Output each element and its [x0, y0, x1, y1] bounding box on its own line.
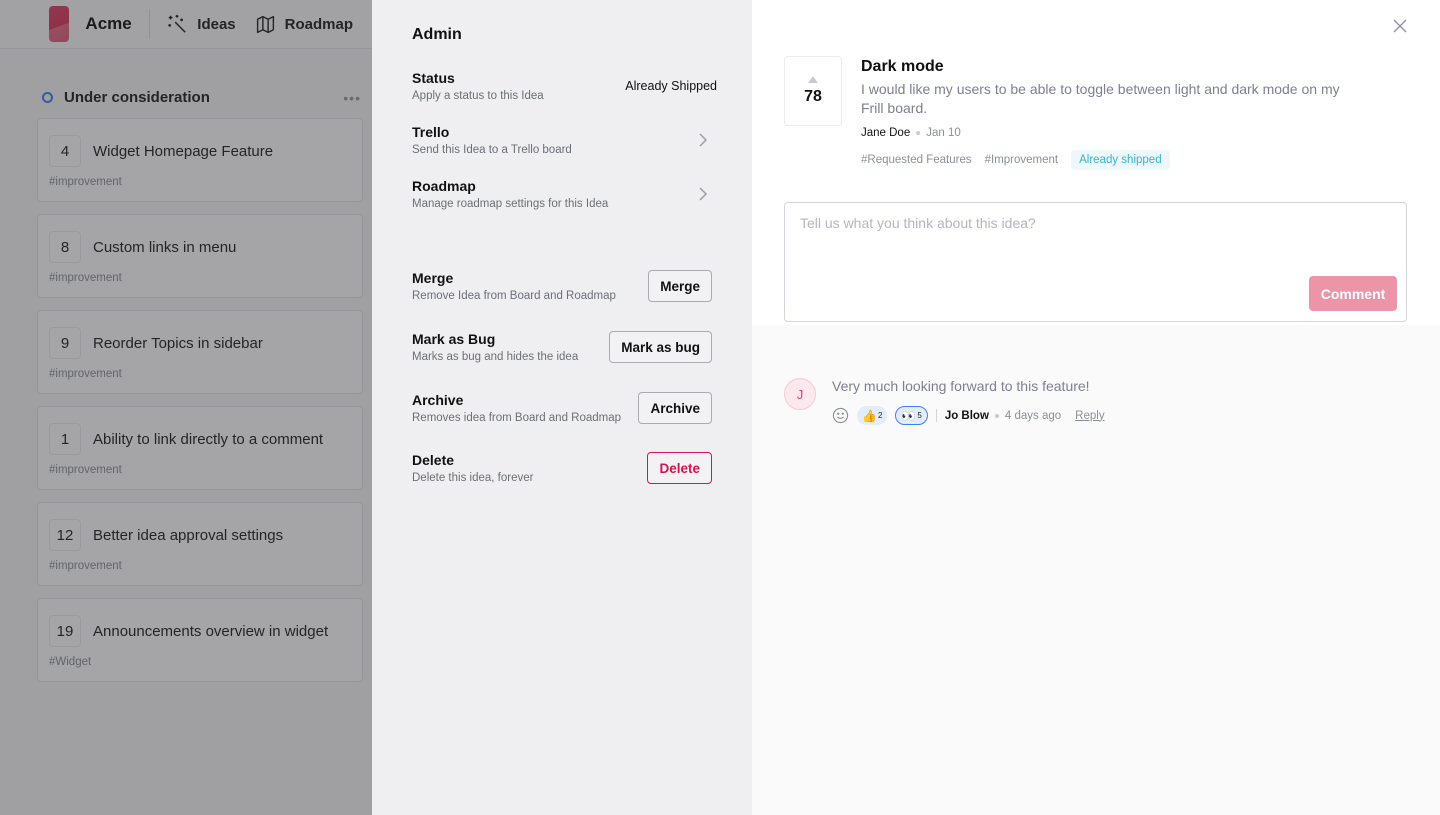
comment-composer: Comment [784, 202, 1407, 322]
merge-button[interactable]: Merge [648, 270, 712, 302]
roadmap-description: Manage roadmap settings for this Idea [412, 198, 609, 210]
chevron-right-icon [699, 187, 708, 201]
trello-label: Trello [412, 124, 450, 140]
archive-description: Removes idea from Board and Roadmap [412, 412, 622, 424]
trello-row[interactable]: Trello Send this Idea to a Trello board [412, 124, 712, 156]
idea-description: I would like my users to be able to togg… [861, 81, 1340, 116]
divider [935, 409, 937, 422]
status-row[interactable]: Status Apply a status to this Idea Alread… [412, 70, 717, 102]
add-reaction-icon[interactable] [832, 407, 849, 424]
archive-row: Archive Removes idea from Board and Roadm… [412, 392, 712, 424]
idea-title: Dark mode [861, 58, 944, 75]
chevron-right-icon [699, 133, 708, 147]
idea-header: 78 Dark mode I would like my users to be… [752, 0, 1440, 325]
delete-row: Delete Delete this idea, forever Delete [412, 452, 712, 484]
reaction-count: 5 [917, 411, 922, 420]
idea-tags: #Requested Features #Improvement Already… [861, 150, 1361, 170]
reaction-thumbs-up[interactable]: 👍 2 [857, 406, 888, 425]
avatar[interactable]: J [784, 378, 816, 410]
delete-button[interactable]: Delete [647, 452, 712, 484]
close-icon[interactable] [1392, 18, 1408, 34]
modal-backdrop[interactable] [0, 0, 372, 815]
idea-body: Dark mode I would like my users to be ab… [861, 58, 1361, 170]
upvote-arrow-icon [808, 76, 818, 83]
archive-label: Archive [412, 392, 464, 408]
topic-tag[interactable]: #Requested Features [861, 154, 972, 166]
merge-row: Merge Remove Idea from Board and Roadmap … [412, 270, 712, 302]
delete-description: Delete this idea, forever [412, 472, 534, 484]
separator-dot [916, 131, 921, 135]
admin-title: Admin [412, 26, 462, 43]
merge-description: Remove Idea from Board and Roadmap [412, 290, 616, 302]
mark-as-bug-row: Mark as Bug Marks as bug and hides the id… [412, 331, 712, 363]
comment-input[interactable] [785, 203, 1406, 273]
comment-time: 4 days ago [1004, 409, 1062, 422]
idea-date: Jan 10 [926, 127, 961, 139]
status-label: Status [412, 70, 455, 86]
thumbs-up-icon: 👍 [862, 408, 877, 423]
comment-author[interactable]: Jo Blow [945, 410, 989, 422]
reaction-count: 2 [877, 411, 883, 420]
trello-description: Send this Idea to a Trello board [412, 144, 572, 156]
admin-panel: Admin Status Apply a status to this Idea … [372, 0, 752, 815]
eyes-icon: 👀 [901, 408, 917, 423]
idea-meta: Jane Doe Jan 10 [861, 127, 1361, 139]
idea-detail-panel: 78 Dark mode I would like my users to be… [752, 0, 1440, 815]
reaction-eyes[interactable]: 👀 5 [895, 406, 928, 425]
comment-text: Very much looking forward to this featur… [832, 378, 1090, 394]
status-description: Apply a status to this Idea [412, 90, 544, 102]
vote-count: 78 [804, 88, 822, 105]
delete-label: Delete [412, 452, 455, 468]
upvote-button[interactable]: 78 [784, 56, 842, 126]
reply-link[interactable]: Reply [1075, 410, 1104, 422]
roadmap-label: Roadmap [412, 178, 476, 194]
comment-body: Very much looking forward to this featur… [832, 378, 1105, 425]
idea-author[interactable]: Jane Doe [861, 127, 910, 139]
mark-as-bug-label: Mark as Bug [412, 331, 496, 347]
separator-dot [994, 413, 999, 418]
mark-as-bug-description: Marks as bug and hides the idea [412, 351, 579, 363]
comment-item: J Very much looking forward to this feat… [784, 378, 1105, 425]
comment-button[interactable]: Comment [1309, 276, 1397, 311]
topic-tag[interactable]: #Improvement [985, 154, 1059, 166]
roadmap-row[interactable]: Roadmap Manage roadmap settings for this … [412, 178, 712, 210]
status-select[interactable]: Already Shipped [625, 79, 717, 93]
merge-label: Merge [412, 270, 454, 286]
archive-button[interactable]: Archive [638, 392, 712, 424]
status-badge: Already shipped [1071, 150, 1170, 170]
comment-actions: 👍 2 👀 5 Jo Blow 4 days ago Reply [832, 406, 1105, 425]
mark-as-bug-button[interactable]: Mark as bug [609, 331, 712, 363]
